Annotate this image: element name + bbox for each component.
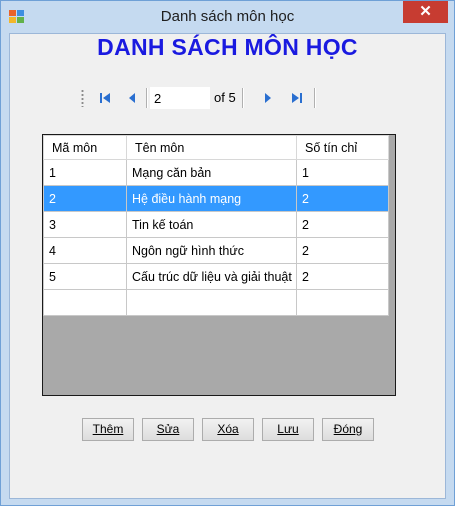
move-previous-button[interactable] bbox=[122, 88, 142, 108]
move-last-icon bbox=[292, 93, 302, 103]
page-title: DANH SÁCH MÔN HỌC bbox=[97, 34, 358, 60]
binding-navigator: of 5 bbox=[78, 84, 316, 112]
table-row[interactable]: 4 Ngôn ngữ hình thức 2 bbox=[43, 237, 389, 264]
cell-code[interactable]: 3 bbox=[43, 211, 127, 238]
cell-credits[interactable]: 2 bbox=[296, 263, 389, 290]
column-header-name[interactable]: Tên môn bbox=[126, 135, 297, 160]
move-previous-icon bbox=[129, 93, 135, 103]
toolbar-separator bbox=[242, 88, 243, 108]
cell-credits[interactable] bbox=[296, 289, 389, 316]
cell-name[interactable] bbox=[126, 289, 297, 316]
cell-code[interactable]: 2 bbox=[43, 185, 127, 212]
table-row-selected[interactable]: 2 Hệ điều hành mạng 2 bbox=[43, 185, 389, 212]
toolbar-separator bbox=[146, 88, 147, 108]
cell-name[interactable]: Ngôn ngữ hình thức bbox=[126, 237, 297, 264]
cell-credits[interactable]: 2 bbox=[296, 211, 389, 238]
window-title: Danh sách môn học bbox=[160, 8, 295, 25]
toolbar-grip[interactable] bbox=[81, 89, 84, 107]
cell-credits[interactable]: 2 bbox=[296, 237, 389, 264]
cell-name[interactable]: Tin kế toán bbox=[126, 211, 297, 238]
cell-name[interactable]: Hệ điều hành mạng bbox=[126, 185, 297, 212]
position-input[interactable] bbox=[150, 87, 210, 109]
cell-code[interactable] bbox=[43, 289, 127, 316]
add-button[interactable]: Thêm bbox=[82, 418, 134, 441]
close-button[interactable]: Đóng bbox=[322, 418, 374, 441]
delete-button[interactable]: Xóa bbox=[202, 418, 254, 441]
column-header-code[interactable]: Mã môn bbox=[43, 135, 127, 160]
move-next-icon bbox=[265, 93, 271, 103]
move-first-icon bbox=[100, 93, 110, 103]
count-label: of 5 bbox=[214, 90, 236, 105]
cell-name[interactable]: Mạng căn bản bbox=[126, 159, 297, 186]
table-row[interactable]: 1 Mạng căn bản 1 bbox=[43, 159, 389, 186]
subjects-table: Mã môn Tên môn Số tín chỉ 1 Mạng căn bản… bbox=[43, 135, 389, 316]
move-next-button[interactable] bbox=[258, 88, 278, 108]
cell-credits[interactable]: 1 bbox=[296, 159, 389, 186]
move-first-button[interactable] bbox=[96, 88, 116, 108]
edit-button[interactable]: Sửa bbox=[142, 418, 194, 441]
column-header-credits[interactable]: Số tín chỉ bbox=[296, 135, 389, 160]
toolbar-separator bbox=[314, 88, 315, 108]
move-last-button[interactable] bbox=[286, 88, 306, 108]
save-button[interactable]: Lưu bbox=[262, 418, 314, 441]
title-bar[interactable]: Danh sách môn học ✕ bbox=[1, 1, 454, 33]
cell-code[interactable]: 5 bbox=[43, 263, 127, 290]
cell-code[interactable]: 1 bbox=[43, 159, 127, 186]
cell-credits[interactable]: 2 bbox=[296, 185, 389, 212]
close-window-button[interactable]: ✕ bbox=[403, 1, 448, 23]
subjects-grid[interactable]: Mã môn Tên môn Số tín chỉ 1 Mạng căn bản… bbox=[42, 134, 396, 396]
header-row: Mã môn Tên môn Số tín chỉ bbox=[43, 135, 389, 160]
cell-name[interactable]: Cấu trúc dữ liệu và giải thuật bbox=[126, 263, 297, 290]
new-row[interactable] bbox=[43, 289, 389, 316]
table-row[interactable]: 3 Tin kế toán 2 bbox=[43, 211, 389, 238]
cell-code[interactable]: 4 bbox=[43, 237, 127, 264]
table-row[interactable]: 5 Cấu trúc dữ liệu và giải thuật 2 bbox=[43, 263, 389, 290]
